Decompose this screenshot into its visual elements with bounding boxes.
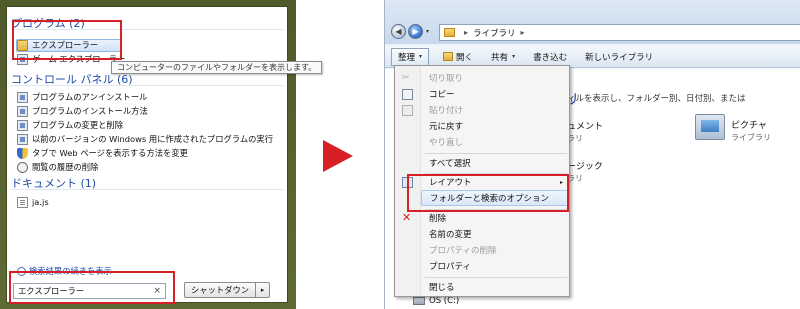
next-step-arrow-icon — [323, 140, 353, 172]
delete-icon: ✕ — [402, 211, 412, 224]
divider — [11, 85, 283, 86]
menu-item-paste[interactable]: 貼り付け — [421, 102, 569, 118]
divider — [11, 189, 283, 190]
control-panel-item[interactable]: タブで Web ページを表示する方法を変更 — [17, 146, 188, 160]
more-results-label: 検索結果の続きを表示 — [29, 266, 112, 276]
breadcrumb-separator[interactable]: ▸ — [521, 28, 525, 37]
breadcrumb-libraries[interactable]: ライブラリ — [473, 27, 516, 39]
back-button[interactable]: ◀ — [391, 24, 406, 39]
document-item-label: ja.js — [32, 197, 49, 207]
tutorial-stage: プログラム (2) エクスプローラー ゲーム エクスプローラー コンピューターの… — [0, 0, 800, 309]
search-input[interactable]: エクスプローラー × — [13, 283, 166, 299]
control-panel-item[interactable]: プログラムの変更と削除 — [17, 118, 123, 132]
libraries-icon — [444, 28, 455, 37]
script-file-icon — [17, 196, 28, 208]
shutdown-options-button[interactable]: ▸ — [256, 282, 271, 298]
menu-item-cut[interactable]: 切り取り — [421, 70, 569, 86]
tooltip: コンピューターのファイルやフォルダーを表示します。 — [111, 61, 323, 74]
program-item-explorer[interactable]: エクスプローラー — [17, 38, 98, 52]
menu-item-layout-label: レイアウト — [429, 178, 472, 188]
share-label: 共有 — [491, 52, 509, 63]
folder-icon — [17, 39, 28, 51]
menu-item-properties[interactable]: プロパティ — [421, 258, 569, 274]
clear-icon[interactable]: × — [153, 286, 161, 296]
menu-item-close[interactable]: 閉じる — [421, 279, 569, 295]
control-panel-icon — [17, 105, 28, 117]
paste-icon — [402, 105, 413, 116]
menu-item-layout[interactable]: レイアウト ▸ — [421, 174, 569, 190]
control-panel-icon — [17, 133, 28, 145]
burn-label: 書き込む — [533, 52, 568, 63]
control-panel-item-label: 閲覧の履歴の削除 — [32, 162, 99, 172]
menu-separator — [425, 153, 567, 154]
menu-item-select-all[interactable]: すべて選択 — [421, 155, 569, 171]
menu-item-delete[interactable]: 削除 — [421, 210, 569, 226]
shield-icon — [17, 147, 28, 159]
control-panel-item-label: プログラムの変更と削除 — [32, 120, 124, 130]
more-results-link[interactable]: 検索結果の続きを表示 — [17, 265, 112, 277]
menu-item-redo[interactable]: やり直し — [421, 134, 569, 150]
organize-button[interactable]: 整理 ▾ — [391, 47, 430, 66]
organize-menu: ✂ 切り取り コピー 貼り付け 元に戻す やり直し すべて選択 レイアウト ▸ … — [394, 65, 570, 297]
control-panel-item-label: 以前のバージョンの Windows 用に作成されたプログラムの実行 — [32, 134, 274, 144]
library-music-name[interactable]: ージック — [567, 159, 603, 172]
address-bar[interactable]: ▸ ライブラリ ▸ — [439, 24, 800, 41]
chevron-down-icon: ▾ — [419, 53, 423, 60]
program-item-label: エクスプローラー — [32, 40, 99, 50]
divider — [11, 29, 283, 30]
history-icon — [17, 161, 28, 173]
menu-item-remove-properties[interactable]: プロパティの削除 — [421, 242, 569, 258]
menu-separator — [425, 277, 567, 278]
document-item[interactable]: ja.js — [17, 195, 49, 209]
open-button[interactable]: 開く — [443, 51, 473, 63]
control-panel-icon — [17, 91, 28, 103]
new-library-button[interactable]: 新しいライブラリ — [585, 51, 653, 63]
open-label: 開く — [456, 52, 474, 63]
organize-label: 整理 — [398, 52, 416, 63]
control-panel-item[interactable]: 閲覧の履歴の削除 — [17, 160, 98, 174]
control-panel-item[interactable]: プログラムのアンインストール — [17, 90, 147, 104]
library-pictures-name[interactable]: ピクチャ — [731, 118, 767, 131]
control-panel-item-label: プログラムのアンインストール — [32, 92, 148, 102]
control-panel-item[interactable]: 以前のバージョンの Windows 用に作成されたプログラムの実行 — [17, 132, 273, 146]
new-library-label: 新しいライブラリ — [585, 52, 654, 63]
control-panel-item[interactable]: プログラムのインストール方法 — [17, 104, 148, 118]
share-button[interactable]: 共有 ▾ — [491, 51, 515, 63]
search-icon — [17, 266, 26, 276]
drive-label: OS (C:) — [429, 296, 460, 306]
library-pictures-type: ライブラリ — [731, 133, 771, 142]
menu-item-folder-search-options[interactable]: フォルダーと検索のオプション — [421, 190, 569, 206]
chevron-right-icon: ▸ — [559, 178, 563, 186]
folder-icon — [443, 52, 454, 61]
menu-item-rename[interactable]: 名前の変更 — [421, 226, 569, 242]
control-panel-item-label: タブで Web ページを表示する方法を変更 — [32, 148, 188, 158]
start-menu-results-panel: プログラム (2) エクスプローラー ゲーム エクスプローラー コンピューターの… — [6, 6, 323, 303]
shutdown-button[interactable]: シャットダウン — [184, 282, 257, 298]
game-icon — [17, 53, 28, 65]
breadcrumb-separator[interactable]: ▸ — [464, 28, 468, 37]
menu-item-copy[interactable]: コピー — [421, 86, 569, 102]
address-bar-area: ◀ ▶ ▾ ▸ ライブラリ ▸ — [385, 0, 800, 44]
copy-icon — [402, 89, 413, 100]
burn-button[interactable]: 書き込む — [533, 51, 567, 63]
start-menu: プログラム (2) エクスプローラー ゲーム エクスプローラー コンピューターの… — [0, 0, 323, 309]
drive-icon — [413, 297, 425, 305]
library-description: ィルを表示し、フォルダー別、日付別、または — [567, 94, 746, 104]
scissors-icon: ✂ — [402, 73, 410, 83]
shutdown-control: シャットダウン ▸ — [184, 282, 271, 298]
pictures-library-icon[interactable] — [695, 114, 725, 140]
drive-c[interactable]: OS (C:) — [413, 296, 459, 306]
search-input-value: エクスプローラー — [18, 286, 85, 296]
library-documents-name[interactable]: ュメント — [567, 119, 603, 132]
control-panel-icon — [17, 119, 28, 131]
recent-pages-dropdown[interactable]: ▾ — [426, 28, 429, 35]
program-item-game-explorer[interactable]: ゲーム エクスプローラー — [17, 52, 125, 66]
forward-button[interactable]: ▶ — [408, 24, 423, 39]
chevron-down-icon: ▾ — [512, 53, 516, 60]
layout-icon — [402, 177, 413, 188]
control-panel-item-label: プログラムのインストール方法 — [32, 106, 148, 116]
menu-item-undo[interactable]: 元に戻す — [421, 118, 569, 134]
